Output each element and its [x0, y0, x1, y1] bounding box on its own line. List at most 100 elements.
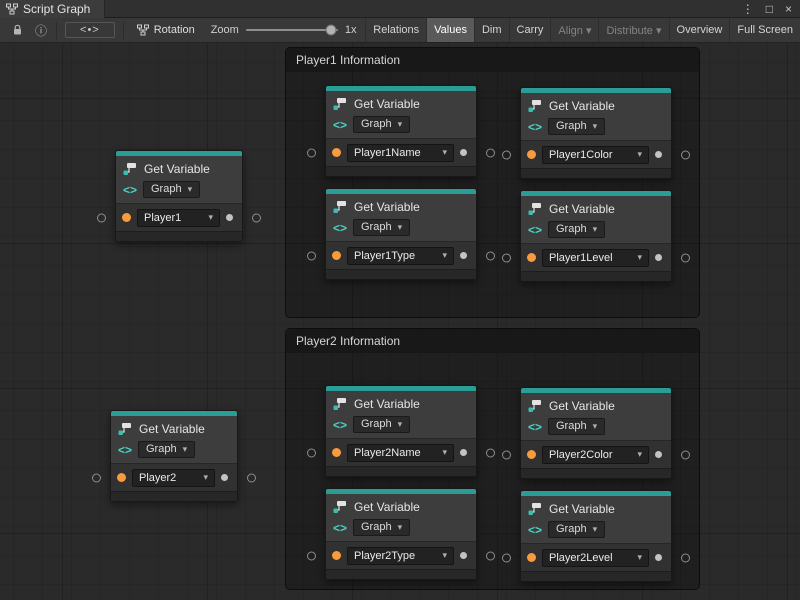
variable-scope-dropdown[interactable]: Graph▾	[548, 118, 605, 135]
variable-name-port[interactable]	[122, 213, 131, 222]
output-port-bubble[interactable]	[681, 450, 690, 459]
variable-name-dropdown[interactable]: Player1Color▾	[542, 146, 649, 164]
chevron-down-icon: ▾	[637, 252, 642, 263]
get-variable-node-player2color[interactable]: Get Variable <> Graph▾ Player2Color▾	[520, 387, 672, 479]
variable-name-dropdown[interactable]: Player1▾	[137, 209, 220, 227]
toolbar-button-distribute[interactable]: Distribute ▾	[598, 18, 668, 42]
breadcrumb[interactable]: Rotation	[127, 24, 205, 36]
output-port-bubble[interactable]	[681, 150, 690, 159]
output-port-bubble[interactable]	[486, 148, 495, 157]
variable-scope-dropdown[interactable]: Graph▾	[353, 416, 410, 433]
maximize-icon[interactable]: □	[766, 3, 773, 15]
output-port-bubble[interactable]	[247, 473, 256, 482]
code-preview-toggle[interactable]: <•>	[65, 22, 115, 38]
tab-script-graph[interactable]: Script Graph	[0, 0, 105, 18]
output-value-port[interactable]	[226, 214, 233, 221]
graph-canvas[interactable]: Player1 InformationPlayer2 Information G…	[0, 43, 800, 600]
variable-name-dropdown[interactable]: Player1Name▾	[347, 144, 454, 162]
output-value-port[interactable]	[655, 554, 662, 561]
variable-scope-dropdown[interactable]: Graph▾	[143, 181, 200, 198]
toolbar-button-full-screen[interactable]: Full Screen	[729, 18, 800, 42]
output-value-port[interactable]	[655, 451, 662, 458]
input-port-bubble[interactable]	[307, 251, 316, 260]
get-variable-node-player1color[interactable]: Get Variable <> Graph▾ Player1Color▾	[520, 87, 672, 179]
output-port-bubble[interactable]	[486, 551, 495, 560]
output-port-bubble[interactable]	[681, 553, 690, 562]
variable-scope-dropdown[interactable]: Graph▾	[138, 441, 195, 458]
kebab-menu-icon[interactable]: ⋮	[742, 3, 754, 15]
toolbar-button-align[interactable]: Align ▾	[550, 18, 598, 42]
info-icon[interactable]: ⓘ	[29, 18, 53, 42]
output-value-port[interactable]	[460, 252, 467, 259]
get-variable-node-player1name[interactable]: Get Variable <> Graph▾ Player1Name▾	[325, 85, 477, 177]
variable-scope-dropdown[interactable]: Graph▾	[548, 221, 605, 238]
variable-scope-dropdown[interactable]: Graph▾	[353, 116, 410, 133]
input-port-bubble[interactable]	[307, 148, 316, 157]
output-value-port[interactable]	[655, 151, 662, 158]
node-footer	[326, 569, 476, 579]
toolbar-button-carry[interactable]: Carry	[509, 18, 551, 42]
input-port-bubble[interactable]	[502, 253, 511, 262]
get-variable-node-player2level[interactable]: Get Variable <> Graph▾ Player2Level▾	[520, 490, 672, 582]
variable-name-port[interactable]	[527, 150, 536, 159]
output-value-port[interactable]	[460, 449, 467, 456]
variable-name-port[interactable]	[527, 253, 536, 262]
get-variable-node-player2type[interactable]: Get Variable <> Graph▾ Player2Type▾	[325, 488, 477, 580]
node-footer	[326, 466, 476, 476]
chevron-down-icon: ▾	[593, 421, 598, 431]
node-title: Get Variable	[139, 422, 205, 436]
input-port-bubble[interactable]	[502, 150, 511, 159]
zoom-slider-handle[interactable]	[326, 25, 337, 36]
variable-scope-dropdown[interactable]: Graph▾	[548, 521, 605, 538]
output-value-port[interactable]	[460, 552, 467, 559]
node-header: Get Variable <> Graph▾	[326, 391, 476, 438]
get-variable-node-player1[interactable]: Get Variable <> Graph▾ Player1▾	[115, 150, 243, 242]
toolbar-button-values[interactable]: Values	[426, 18, 474, 42]
toolbar-button-overview[interactable]: Overview	[669, 18, 730, 42]
variable-name-dropdown[interactable]: Player1Type▾	[347, 247, 454, 265]
variable-name-port[interactable]	[332, 551, 341, 560]
output-value-port[interactable]	[655, 254, 662, 261]
node-header: Get Variable <> Graph▾	[116, 156, 242, 203]
variable-scope-dropdown[interactable]: Graph▾	[353, 219, 410, 236]
zoom-value: 1x	[345, 24, 357, 36]
input-port-bubble[interactable]	[502, 450, 511, 459]
variable-scope-dropdown[interactable]: Graph▾	[353, 519, 410, 536]
variable-name-port[interactable]	[332, 148, 341, 157]
variable-name-dropdown[interactable]: Player2Type▾	[347, 547, 454, 565]
variable-name-dropdown[interactable]: Player1Level▾	[542, 249, 649, 267]
zoom-slider[interactable]	[246, 29, 338, 31]
input-port-bubble[interactable]	[502, 553, 511, 562]
get-variable-node-player1level[interactable]: Get Variable <> Graph▾ Player1Level▾	[520, 190, 672, 282]
input-port-bubble[interactable]	[92, 473, 101, 482]
toolbar-button-relations[interactable]: Relations	[365, 18, 426, 42]
toolbar-button-dim[interactable]: Dim	[474, 18, 509, 42]
variable-name-dropdown[interactable]: Player2▾	[132, 469, 215, 487]
variable-name-port[interactable]	[332, 251, 341, 260]
output-value-port[interactable]	[460, 149, 467, 156]
variable-name-port[interactable]	[117, 473, 126, 482]
output-port-bubble[interactable]	[252, 213, 261, 222]
node-port-row: Player1Color▾	[521, 140, 671, 168]
input-port-bubble[interactable]	[307, 448, 316, 457]
lock-icon[interactable]	[6, 18, 29, 42]
output-port-bubble[interactable]	[486, 448, 495, 457]
chevron-down-icon: ▾	[398, 522, 403, 532]
variable-name-dropdown[interactable]: Player2Color▾	[542, 446, 649, 464]
output-port-bubble[interactable]	[486, 251, 495, 260]
input-port-bubble[interactable]	[307, 551, 316, 560]
variable-name-dropdown[interactable]: Player2Level▾	[542, 549, 649, 567]
variable-name-port[interactable]	[527, 553, 536, 562]
variable-name-dropdown[interactable]: Player2Name▾	[347, 444, 454, 462]
variable-name-port[interactable]	[527, 450, 536, 459]
output-value-port[interactable]	[221, 474, 228, 481]
get-variable-node-player2[interactable]: Get Variable <> Graph▾ Player2▾	[110, 410, 238, 502]
variable-scope-dropdown[interactable]: Graph▾	[548, 418, 605, 435]
input-port-bubble[interactable]	[97, 213, 106, 222]
output-port-bubble[interactable]	[681, 253, 690, 262]
chevron-down-icon: ▾	[637, 449, 642, 460]
close-icon[interactable]: ×	[785, 3, 792, 15]
variable-name-port[interactable]	[332, 448, 341, 457]
get-variable-node-player2name[interactable]: Get Variable <> Graph▾ Player2Name▾	[325, 385, 477, 477]
get-variable-node-player1type[interactable]: Get Variable <> Graph▾ Player1Type▾	[325, 188, 477, 280]
